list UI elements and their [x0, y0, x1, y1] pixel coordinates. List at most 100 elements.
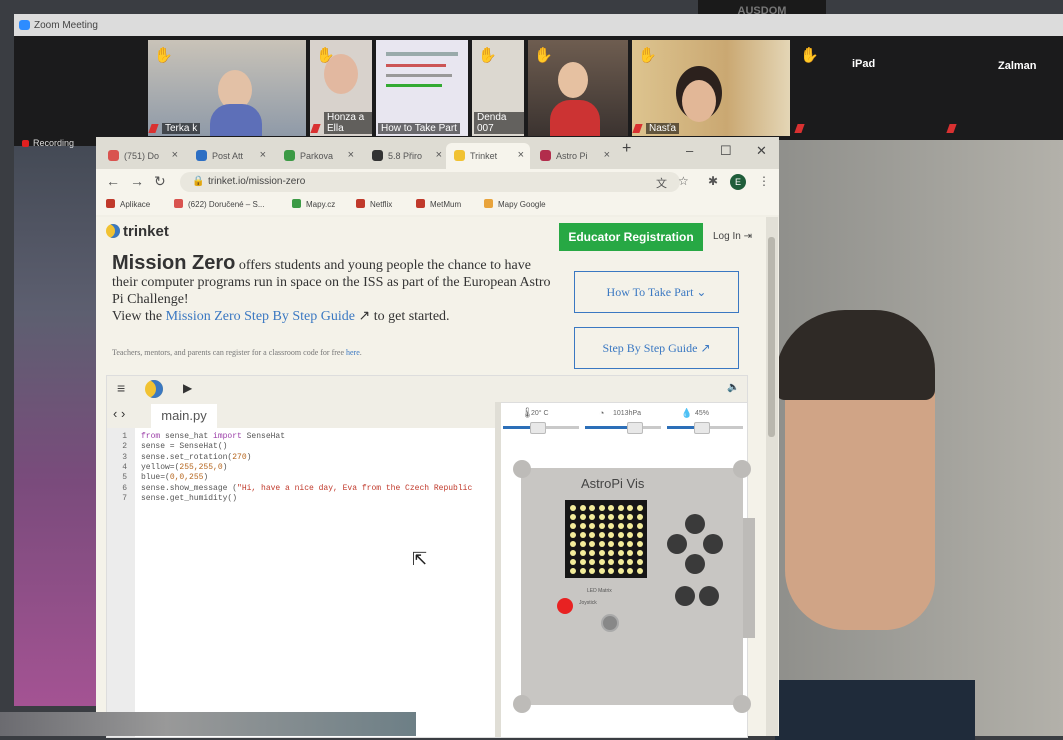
bookmark-item[interactable]: Netflix [356, 199, 392, 209]
mouse-cursor-icon: ⇱ [412, 549, 428, 569]
bookmark-item[interactable]: MetMum [416, 199, 461, 209]
browser-tab[interactable]: Parkova × [276, 143, 360, 169]
zoom-titlebar: Zoom Meeting [14, 14, 1063, 36]
guide-link[interactable]: Mission Zero Step By Step Guide [166, 309, 355, 324]
participant-tile[interactable]: ✋ [528, 40, 628, 136]
browser-tab[interactable]: 5.8 Přiro × [364, 143, 448, 169]
tab-favicon [108, 150, 119, 161]
browser-tab[interactable]: Astro Pi × [532, 143, 616, 169]
led-pixel [608, 541, 614, 547]
back-icon[interactable]: ← [106, 173, 120, 189]
led-pixel [598, 532, 605, 538]
speaker-video [775, 140, 1063, 740]
led-pixel [636, 505, 643, 511]
close-tab-icon[interactable]: × [348, 149, 354, 161]
address-bar-row: ← → ↻ 🔒 trinket.io/mission-zero 文 ☆ ✱ E … [96, 169, 779, 195]
educator-registration-button[interactable]: Educator Registration [559, 223, 703, 251]
maximize-button[interactable]: ☐ [720, 143, 732, 159]
recording-indicator: Recording [22, 138, 74, 148]
browser-window: (751) Do × Post Att × Parkova × 5.8 Přiro × … [96, 137, 779, 738]
bookmarks-bar: Aplikace (622) Doručené – S... Mapy.cz N… [96, 195, 779, 215]
page-title: Mission Zero [112, 252, 236, 274]
register-here-link[interactable]: here [346, 348, 360, 357]
close-tab-icon[interactable]: × [172, 149, 178, 161]
muted-mic-icon [310, 124, 321, 133]
menu-icon[interactable]: ⋮ [758, 174, 770, 188]
participant-name: Honza a Ella [324, 112, 372, 134]
participant-tile[interactable]: How to Take Part [376, 40, 468, 136]
close-tab-icon[interactable]: × [260, 149, 266, 161]
view-suffix: to get started. [373, 309, 450, 324]
code-line: sense.show_message ("Hi, have a nice day… [141, 483, 473, 493]
star-icon[interactable]: ☆ [678, 174, 689, 188]
translate-icon[interactable]: 文 [656, 175, 667, 191]
led-pixel [570, 505, 576, 511]
close-window-button[interactable]: ✕ [756, 143, 767, 159]
muted-mic-icon [946, 124, 957, 133]
url-field[interactable]: 🔒 trinket.io/mission-zero [180, 172, 680, 192]
led-pixel [636, 514, 643, 520]
extensions-icon[interactable]: ✱ [708, 174, 718, 188]
button-b[interactable] [699, 586, 719, 606]
participant-name: How to Take Part [378, 123, 460, 134]
led-pixel [617, 514, 624, 520]
bookmark-item[interactable]: (622) Doručené – S... [174, 199, 264, 209]
trinket-logo[interactable]: trinket [106, 223, 169, 240]
line-number: 3 [122, 452, 127, 462]
browser-tab[interactable]: (751) Do × [100, 143, 184, 169]
profile-avatar[interactable]: E [730, 174, 746, 190]
step-by-step-guide-button[interactable]: Step By Step Guide ↗ [574, 327, 739, 369]
bookmark-item[interactable]: Aplikace [106, 199, 150, 209]
sound-icon[interactable]: 🔈 [727, 382, 739, 393]
toggle-code-icon[interactable]: ‹ › [113, 406, 125, 421]
scrollbar-thumb[interactable] [768, 237, 775, 437]
participant-tile[interactable]: Zalman [928, 40, 1063, 136]
file-tab-main[interactable]: main.py [151, 404, 217, 428]
sensor-sliders: 🌡 20° C ◔ 1013hPa 💧 45% [503, 408, 747, 440]
close-tab-icon[interactable]: × [436, 149, 442, 161]
led-pixel [627, 550, 633, 556]
button-a[interactable] [675, 586, 695, 606]
participant-tile[interactable]: ✋ iPad [794, 40, 924, 136]
login-link[interactable]: Log In ⇥ [713, 231, 752, 242]
led-pixel [627, 523, 633, 529]
reset-button[interactable] [601, 614, 619, 632]
led-pixel [617, 559, 624, 565]
minimize-button[interactable]: – [686, 143, 693, 158]
muted-mic-icon [794, 124, 805, 133]
joystick-up-button[interactable] [685, 514, 705, 534]
participant-tile[interactable]: ✋ Honza a Ella [310, 40, 372, 136]
joystick-left-button[interactable] [667, 534, 687, 554]
map-icon [292, 199, 301, 208]
bookmark-item[interactable]: Mapy Google [484, 199, 546, 209]
led-matrix-label: LED Matrix [587, 588, 612, 594]
led-pixel [598, 559, 605, 565]
raised-hand-icon: ✋ [534, 47, 553, 64]
forward-icon[interactable]: → [130, 173, 144, 189]
how-to-take-part-button[interactable]: How To Take Part ⌄ [574, 271, 739, 313]
new-tab-button[interactable]: + [622, 140, 631, 158]
browser-tab[interactable]: Post Att × [188, 143, 272, 169]
participant-tile[interactable]: ✋ Terka k [148, 40, 306, 136]
browser-tab-active[interactable]: Trinket × [446, 143, 530, 169]
joystick-down-button[interactable] [685, 554, 705, 574]
led-pixel [608, 568, 614, 574]
mail-icon [174, 199, 183, 208]
speaker-shirt [775, 680, 975, 740]
led-pixel [570, 532, 576, 538]
led-pixel [617, 550, 624, 556]
close-tab-icon[interactable]: × [604, 149, 610, 161]
run-button[interactable]: ▶ [183, 381, 192, 395]
participant-tile[interactable]: ✋ Denda 007 [472, 40, 524, 136]
participant-gallery: ✋ Terka k ✋ Honza a Ella How to Take Par… [14, 36, 1063, 146]
led-pixel [570, 568, 576, 574]
pane-divider[interactable] [495, 402, 501, 737]
hamburger-menu-icon[interactable]: ≡ [117, 380, 125, 396]
joystick-right-button[interactable] [703, 534, 723, 554]
bookmark-item[interactable]: Mapy.cz [292, 199, 335, 209]
close-tab-icon[interactable]: × [518, 149, 524, 161]
code-line: blue=(0,0,255) [141, 473, 209, 483]
reload-icon[interactable]: ↻ [154, 173, 166, 190]
led-pixel [570, 523, 576, 529]
participant-tile[interactable]: ✋ Nasťa [632, 40, 790, 136]
